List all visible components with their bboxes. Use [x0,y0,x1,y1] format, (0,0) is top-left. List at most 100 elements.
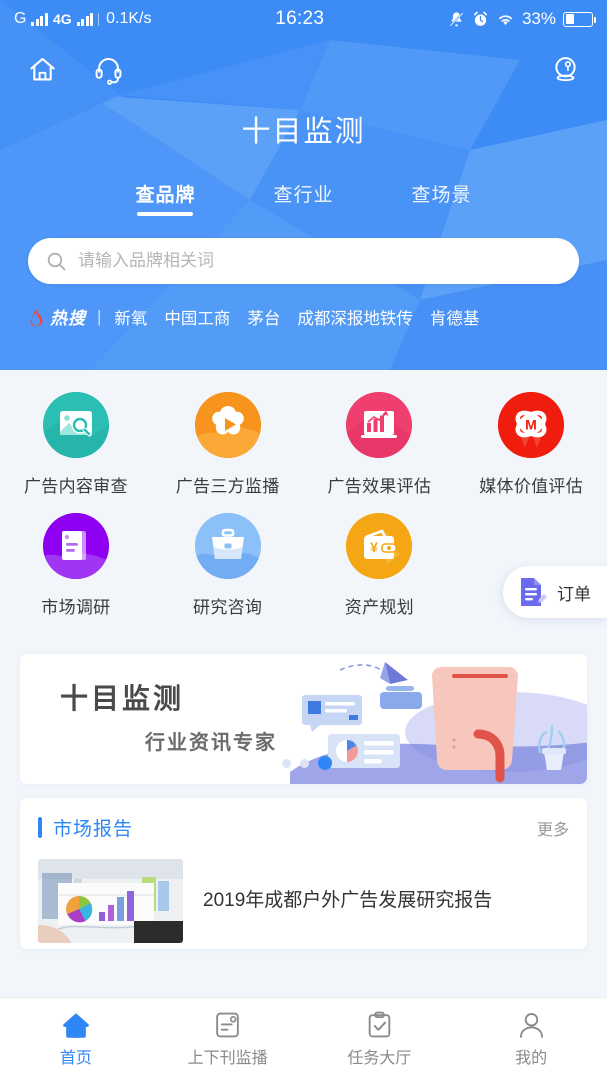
user-avatar-icon [554,56,576,81]
tabbar-item-broadcast-monitor[interactable]: 上下刊监播 [152,998,304,1080]
hot-search-keywords: 新氧 中国工商 茅台 成都深报地铁传 肯德基 [114,305,479,329]
tabbar-label: 任务大厅 [347,1049,412,1067]
mute-bell-icon [449,11,464,27]
service-label: 广告效果评估 [327,477,432,496]
tab-industry[interactable]: 查行业 [273,180,333,216]
share-broadcast-icon [194,392,261,458]
status-bar-right: 33% [448,9,596,29]
header-panel: G 4G 0.1K/s 16:23 33% 十目监测 查品牌 查行业 查场景 请… [0,0,607,370]
signal-bars-icon [31,12,48,26]
search-input[interactable] [78,251,561,271]
section-title: 市场报告 [53,819,134,840]
hot-keyword-1[interactable]: 新氧 [114,305,147,329]
media-atom-m-icon: M [498,392,565,458]
tabbar-label: 我的 [515,1049,548,1067]
report-thumbnail [38,859,183,943]
carrier-letter: G [14,10,27,27]
service-label: 广告三方监播 [175,477,280,496]
service-label: 研究咨询 [193,598,263,617]
search-category-tabs: 查品牌 查行业 查场景 [0,180,607,216]
market-report-header: 市场报告 更多 [38,814,569,841]
customer-support-button[interactable] [86,47,130,91]
flame-icon [30,307,43,326]
search-area [28,238,579,284]
person-icon [519,1012,543,1038]
service-ad-content-review[interactable]: 广告内容审查 [0,392,152,497]
clipboard-check-icon [368,1011,391,1037]
alarm-clock-icon [473,11,487,26]
service-grid-row-1: 广告内容审查 广告三方监播 广告效果评估 M 媒体价值评估 [0,392,607,513]
bar-chart-icon [346,392,413,458]
order-button[interactable]: 订单 [503,566,607,618]
tabbar-label: 首页 [59,1049,92,1067]
tab-brand[interactable]: 查品牌 [135,180,195,216]
briefcase-icon [194,513,261,579]
service-label: 广告内容审查 [23,477,128,496]
status-bar: G 4G 0.1K/s 16:23 33% [0,0,607,38]
hot-search-separator: | [97,306,102,326]
tab-scene[interactable]: 查场景 [412,180,472,216]
service-media-value-evaluation[interactable]: M 媒体价值评估 [455,392,607,497]
bottom-tab-bar: 首页 上下刊监播 任务大厅 我的 [0,997,607,1080]
banner-subtitle: 行业资讯专家 [145,732,277,754]
chart-report-photo [38,859,183,943]
status-bar-left: G 4G 0.1K/s [14,10,152,28]
banner-title: 十目监测 [60,683,185,714]
wallet-yuan-icon: ¥ [346,513,413,579]
tabbar-label: 上下刊监播 [187,1049,268,1067]
order-document-icon [521,578,547,606]
wifi-icon [499,14,512,25]
banner-dot-3-active[interactable] [318,756,332,770]
search-box[interactable] [28,238,579,284]
banner-dot-1[interactable] [282,758,291,768]
service-asset-planning[interactable]: ¥ 资产规划 [304,513,456,618]
hot-keyword-5[interactable]: 肯德基 [430,305,480,329]
search-icon [47,252,66,270]
service-label: 资产规划 [344,598,414,617]
home-filled-icon [62,1012,89,1038]
tabbar-item-profile[interactable]: 我的 [455,998,607,1080]
service-label: 市场调研 [41,598,111,617]
header-toolbar [0,38,607,100]
signal-bars-icon-2 [76,12,94,26]
network-speed: 0.1K/s [106,10,152,27]
service-market-research[interactable]: 市场调研 [0,513,152,618]
document-research-icon [42,513,109,579]
service-label: 媒体价值评估 [479,477,584,496]
account-button[interactable] [543,47,587,91]
headset-icon [95,57,121,85]
promo-banner[interactable]: 十目监测 行业资讯专家 [20,654,587,784]
banner-dot-2[interactable] [300,758,309,768]
banner-dots[interactable] [282,756,332,770]
image-search-icon [42,392,109,458]
app-screen: G 4G 0.1K/s 16:23 33% 十目监测 查品牌 查行业 查场景 请… [0,0,607,1080]
home-button[interactable] [20,47,64,91]
tabbar-item-home[interactable]: 首页 [0,998,152,1080]
battery-percent: 33% [521,9,556,28]
report-list-item[interactable]: 2019年成都户外广告发展研究报告 [38,859,569,943]
hot-search-label: 热搜 [28,304,86,329]
svg-text:¥: ¥ [370,539,378,555]
section-accent-bar [38,817,42,838]
service-ad-third-party-broadcast[interactable]: 广告三方监播 [152,392,304,497]
hot-search-text: 热搜 [50,309,86,328]
hot-keyword-4[interactable]: 成都深报地铁传 [297,305,413,329]
status-divider [98,12,100,26]
svg-text:M: M [525,417,537,433]
battery-icon [563,11,596,27]
report-title: 2019年成都户外广告发展研究报告 [203,889,493,911]
hot-keyword-3[interactable]: 茅台 [247,305,280,329]
hot-keyword-2[interactable]: 中国工商 [164,305,230,329]
more-link[interactable]: 更多 [537,816,569,840]
service-research-consulting[interactable]: 研究咨询 [152,513,304,618]
network-4g-icon: 4G [52,11,72,27]
document-note-icon [216,1012,239,1037]
market-report-card: 市场报告 更多 2019年成都户外广告发展研究报告 [20,798,587,949]
tabbar-item-task-hall[interactable]: 任务大厅 [304,998,456,1080]
page-title: 十目监测 [241,116,366,148]
home-icon [29,57,55,81]
status-time: 16:23 [275,8,325,29]
hot-search-row: 热搜 | 新氧 中国工商 茅台 成都深报地铁传 肯德基 [28,304,579,329]
order-label: 订单 [557,584,591,604]
service-ad-effect-evaluation[interactable]: 广告效果评估 [304,392,456,497]
